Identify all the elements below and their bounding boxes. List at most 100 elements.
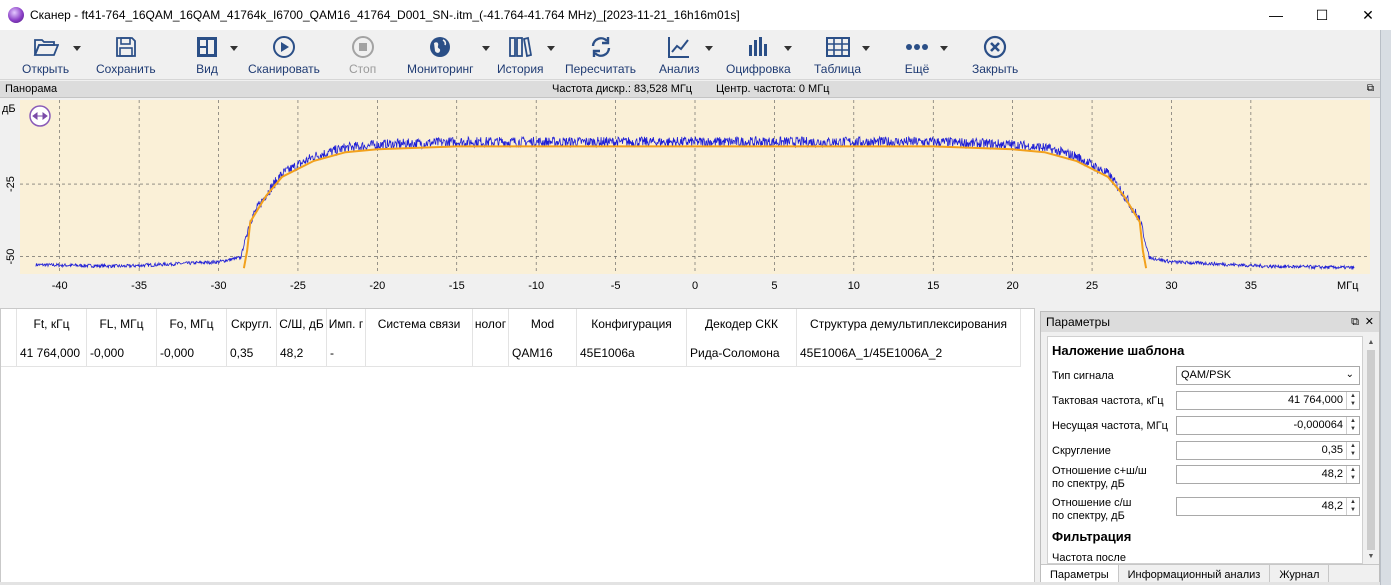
table-button[interactable]: Таблица xyxy=(814,34,861,78)
table-row[interactable]: 41 764,000 -0,000 -0,000 0,35 48,2 - QAM… xyxy=(1,339,1021,367)
column-header[interactable]: Структура демультиплексирования xyxy=(797,309,1021,339)
main-toolbar: Открыть Сохранить Вид Сканировать Стоп М… xyxy=(0,30,1380,80)
table-cell[interactable] xyxy=(473,339,509,367)
section-overlay-title: Наложение шаблона xyxy=(1052,343,1185,358)
maximize-button[interactable]: ☐ xyxy=(1299,0,1345,30)
stop-icon xyxy=(350,34,376,60)
clock-input[interactable]: 41 764,000 ▲ ▼ xyxy=(1176,391,1360,410)
scan-button[interactable]: Сканировать xyxy=(248,34,320,78)
carrier-input[interactable]: -0,000064 ▲ ▼ xyxy=(1176,416,1360,435)
view-button[interactable]: Вид xyxy=(194,34,220,78)
side-scroll-strip[interactable] xyxy=(1380,30,1391,585)
parameters-scrollbar[interactable]: ▲ ▼ xyxy=(1364,336,1378,564)
y-tick-label: -50 xyxy=(5,249,17,265)
chevron-down-icon[interactable] xyxy=(73,46,81,52)
folder-open-icon xyxy=(33,34,59,60)
cnr-label: Отношение с+ш/ш по спектру, дБ xyxy=(1052,465,1147,491)
chevron-down-icon[interactable] xyxy=(784,46,792,52)
history-button[interactable]: История xyxy=(497,34,544,78)
chevron-down-icon: ⌄ xyxy=(1345,369,1354,380)
table-cell[interactable]: 45E1006a xyxy=(577,339,687,367)
sample-rate-text: Частота дискр.: 83,528 МГц xyxy=(552,83,693,95)
minimize-button[interactable]: — xyxy=(1253,0,1299,30)
save-button[interactable]: Сохранить xyxy=(96,34,156,78)
row-header[interactable] xyxy=(1,339,17,367)
float-window-icon[interactable]: ⧉ xyxy=(1351,312,1359,332)
parameters-body: Наложение шаблона Тип сигнала QAM/PSK ⌄ … xyxy=(1047,336,1363,564)
close-button[interactable]: Закрыть xyxy=(972,34,1018,78)
more-button[interactable]: Ещё xyxy=(904,34,930,78)
stop-button[interactable]: Стоп xyxy=(349,34,376,78)
chevron-down-icon[interactable] xyxy=(230,46,238,52)
float-window-icon[interactable]: ⧉ xyxy=(1367,83,1374,94)
scroll-down-icon[interactable]: ▼ xyxy=(1364,550,1378,564)
column-header[interactable]: С/Ш, дБ xyxy=(277,309,327,339)
x-tick-label: 10 xyxy=(848,280,860,292)
scroll-thumb[interactable] xyxy=(1367,350,1375,550)
zoom-toggle-icon[interactable] xyxy=(29,105,51,127)
x-tick-label: -5 xyxy=(611,280,621,292)
spinner-icon[interactable]: ▲ ▼ xyxy=(1346,392,1359,409)
snr-label-line2: по спектру, дБ xyxy=(1052,510,1125,522)
close-window-button[interactable]: ✕ xyxy=(1345,0,1391,30)
signal-type-select[interactable]: QAM/PSK ⌄ xyxy=(1176,366,1360,385)
parameters-header: Параметры ⧉ ✕ xyxy=(1041,312,1379,332)
table-cell[interactable]: - xyxy=(327,339,366,367)
spinner-icon[interactable]: ▲ ▼ xyxy=(1346,417,1359,434)
column-header[interactable]: Fo, МГц xyxy=(157,309,227,339)
recalc-button[interactable]: Пересчитать xyxy=(565,34,636,78)
chevron-down-icon[interactable] xyxy=(705,46,713,52)
column-header[interactable]: нолог xyxy=(473,309,509,339)
table-cell[interactable]: QAM16 xyxy=(509,339,577,367)
chevron-down-icon[interactable] xyxy=(482,46,490,52)
rolloff-input[interactable]: 0,35 ▲ ▼ xyxy=(1176,441,1360,460)
title-bar: Сканер - ft41-764_16QAM_16QAM_41764k_I67… xyxy=(0,0,1391,30)
x-tick-label: 35 xyxy=(1245,280,1257,292)
spinner-icon[interactable]: ▲ ▼ xyxy=(1346,442,1359,459)
table-icon xyxy=(825,34,851,60)
x-tick-label: 0 xyxy=(692,280,698,292)
column-header[interactable]: Скругл. xyxy=(227,309,277,339)
column-header[interactable]: Декодер СКК xyxy=(687,309,797,339)
digitize-button[interactable]: Оцифровка xyxy=(726,34,791,78)
close-circle-icon xyxy=(982,34,1008,60)
window-title: Сканер - ft41-764_16QAM_16QAM_41764k_I67… xyxy=(30,8,740,22)
carrier-value: -0,000064 xyxy=(1293,419,1343,431)
panel-splitter[interactable] xyxy=(0,294,1380,308)
save-label: Сохранить xyxy=(96,62,156,76)
bar-chart-icon xyxy=(745,34,771,60)
scroll-up-icon[interactable]: ▲ xyxy=(1364,336,1378,350)
cnr-input[interactable]: 48,2 ▲ ▼ xyxy=(1176,465,1360,484)
snr-input[interactable]: 48,2 ▲ ▼ xyxy=(1176,497,1360,516)
table-cell[interactable]: -0,000 xyxy=(87,339,157,367)
table-cell[interactable]: 41 764,000 xyxy=(17,339,87,367)
chevron-down-icon[interactable] xyxy=(547,46,555,52)
table-cell[interactable]: 48,2 xyxy=(277,339,327,367)
column-header[interactable]: FL, МГц xyxy=(87,309,157,339)
spectrum-chart[interactable]: -40 -35 -30 -25 -20 -15 -10 -5 0 5 10 15 20 25 30 35-25… xyxy=(0,98,1380,294)
close-icon[interactable]: ✕ xyxy=(1365,312,1374,332)
table-cell[interactable]: Рида-Соломона xyxy=(687,339,797,367)
x-tick-label: -40 xyxy=(52,280,68,292)
monitoring-button[interactable]: Мониторинг xyxy=(407,34,474,78)
monitoring-label: Мониторинг xyxy=(407,62,474,76)
row-header-corner xyxy=(1,309,17,339)
column-header[interactable]: Конфигурация xyxy=(577,309,687,339)
spinner-icon[interactable]: ▲ ▼ xyxy=(1346,498,1359,515)
table-cell[interactable]: 45E1006A_1/45E1006A_2 xyxy=(797,339,1021,367)
open-button[interactable]: Открыть xyxy=(22,34,69,78)
chevron-down-icon[interactable] xyxy=(862,46,870,52)
x-tick-label: 30 xyxy=(1165,280,1177,292)
chevron-down-icon[interactable] xyxy=(940,46,948,52)
table-cell[interactable]: 0,35 xyxy=(227,339,277,367)
column-header[interactable]: Имп. г xyxy=(327,309,366,339)
table-cell[interactable] xyxy=(366,339,473,367)
column-header[interactable]: Ft, кГц xyxy=(17,309,87,339)
analysis-button[interactable]: Анализ xyxy=(659,34,700,78)
window-controls: — ☐ ✕ xyxy=(1253,0,1391,30)
column-header[interactable]: Система связи xyxy=(366,309,473,339)
column-header[interactable]: Mod xyxy=(509,309,577,339)
panorama-title: Панорама xyxy=(5,83,58,95)
table-cell[interactable]: -0,000 xyxy=(157,339,227,367)
spinner-icon[interactable]: ▲ ▼ xyxy=(1346,466,1359,483)
